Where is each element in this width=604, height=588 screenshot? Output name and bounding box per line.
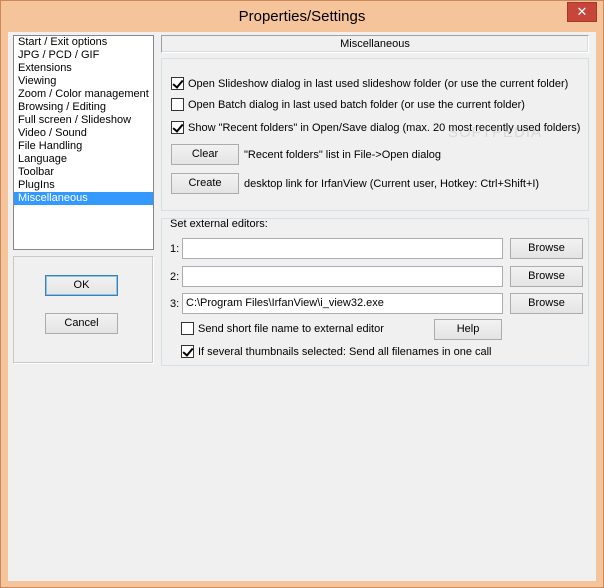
sidebar-item[interactable]: Full screen / Slideshow	[14, 114, 153, 127]
sidebar-item[interactable]: PlugIns	[14, 179, 153, 192]
browse-editor-3-button[interactable]: Browse	[510, 293, 583, 314]
sidebar-item[interactable]: Start / Exit options	[14, 36, 153, 49]
ok-button[interactable]: OK	[45, 275, 118, 296]
sidebar-item[interactable]: Toolbar	[14, 166, 153, 179]
editor-2-label: 2:	[170, 271, 180, 283]
send-all-option[interactable]: If several thumbnails selected: Send all…	[181, 344, 492, 359]
sidebar-item[interactable]: JPG / PCD / GIF	[14, 49, 153, 62]
editor-2-input[interactable]	[182, 266, 503, 287]
browse-editor-2-button[interactable]: Browse	[510, 266, 583, 287]
cancel-button[interactable]: Cancel	[45, 313, 118, 334]
slideshow-folder-checkbox[interactable]	[171, 76, 184, 90]
page-title: Miscellaneous	[161, 35, 589, 53]
sidebar-item[interactable]: Viewing	[14, 75, 153, 88]
external-editors-title: Set external editors:	[170, 218, 268, 230]
dialog-client: Start / Exit options JPG / PCD / GIF Exten…	[8, 32, 596, 581]
create-link-button[interactable]: Create	[171, 173, 239, 194]
recent-folders-checkbox[interactable]	[171, 120, 184, 134]
send-all-label: If several thumbnails selected: Send all…	[198, 346, 492, 358]
sidebar-item[interactable]: Miscellaneous	[14, 192, 153, 205]
clear-recent-description: "Recent folders" list in File->Open dial…	[244, 149, 442, 161]
window-title: Properties/Settings	[238, 8, 366, 25]
create-link-description: desktop link for IrfanView (Current user…	[244, 178, 540, 190]
sidebar-item[interactable]: Video / Sound	[14, 127, 153, 140]
editor-1-input[interactable]	[182, 238, 503, 259]
settings-window: Properties/Settings ✕ Start / Exit optio…	[0, 0, 604, 588]
batch-folder-option[interactable]: Open Batch dialog in last used batch fol…	[171, 97, 525, 112]
browse-editor-1-button[interactable]: Browse	[510, 238, 583, 259]
editor-1-label: 1:	[170, 243, 180, 255]
slideshow-folder-option[interactable]: Open Slideshow dialog in last used slide…	[171, 76, 569, 91]
sidebar-item[interactable]: Zoom / Color management	[14, 88, 153, 101]
dialog-buttons-group	[13, 256, 154, 364]
sidebar-item[interactable]: Browsing / Editing	[14, 101, 153, 114]
category-list[interactable]: Start / Exit options JPG / PCD / GIF Exten…	[13, 35, 154, 250]
help-button[interactable]: Help	[434, 319, 502, 340]
short-name-checkbox[interactable]	[181, 321, 194, 335]
sidebar-item[interactable]: Language	[14, 153, 153, 166]
slideshow-folder-label: Open Slideshow dialog in last used slide…	[188, 78, 569, 90]
send-all-checkbox[interactable]	[181, 344, 194, 358]
batch-folder-checkbox[interactable]	[171, 97, 184, 111]
short-name-label: Send short file name to external editor	[198, 323, 384, 335]
clear-recent-button[interactable]: Clear	[171, 144, 239, 165]
close-button[interactable]: ✕	[567, 2, 597, 22]
sidebar-item[interactable]: Extensions	[14, 62, 153, 75]
editor-3-input[interactable]: C:\Program Files\IrfanView\i_view32.exe	[182, 293, 503, 314]
short-name-option[interactable]: Send short file name to external editor	[181, 321, 384, 336]
batch-folder-label: Open Batch dialog in last used batch fol…	[188, 99, 525, 111]
editor-3-label: 3:	[170, 298, 180, 310]
softpedia-watermark: SOFTPEDIA	[448, 124, 543, 141]
sidebar-item[interactable]: File Handling	[14, 140, 153, 153]
